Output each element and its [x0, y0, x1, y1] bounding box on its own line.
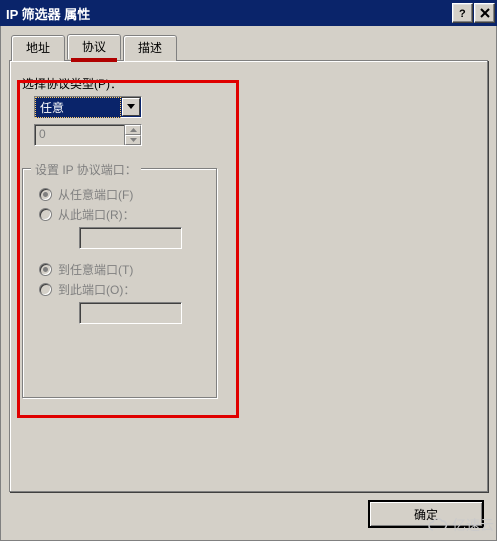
spinner-value: 0 [35, 125, 124, 145]
tab-protocol[interactable]: 协议 [67, 34, 121, 60]
to-port-input [79, 302, 182, 324]
radio-icon [39, 283, 52, 296]
protocol-type-dropdown[interactable]: 任意 [34, 96, 142, 118]
tab-address[interactable]: 地址 [11, 35, 65, 61]
close-button[interactable] [474, 3, 495, 23]
dropdown-value: 任意 [35, 97, 121, 118]
tab-label: 描述 [138, 41, 162, 55]
client-area: 地址 协议 描述 选择协议类型(P)： 任意 [0, 26, 497, 541]
spinner-up-button [125, 125, 141, 135]
tab-description[interactable]: 描述 [123, 35, 177, 61]
port-groupbox: 设置 IP 协议端口： 从任意端口(F) 从此端口(R)： 到任意端口(T) [22, 168, 217, 398]
help-button[interactable]: ? [452, 3, 473, 23]
watermark: 亿速云 [426, 515, 494, 535]
radio-icon [39, 188, 52, 201]
protocol-number-spinner: 0 [34, 124, 142, 146]
cloud-icon [426, 516, 450, 534]
to-any-port-radio: 到任意端口(T) [39, 261, 206, 278]
from-port-input [79, 227, 182, 249]
from-any-port-radio: 从任意端口(F) [39, 186, 206, 203]
spinner-down-button [125, 135, 141, 145]
dialog-window: IP 筛选器 属性 ? 地址 协议 描述 [0, 0, 497, 541]
radio-label: 从此端口(R)： [58, 206, 135, 223]
tab-panel: 选择协议类型(P)： 任意 0 设置 IP 协议端口： [9, 60, 488, 492]
tab-label: 地址 [26, 41, 50, 55]
radio-label: 从任意端口(F) [58, 186, 133, 203]
to-this-port-radio: 到此端口(O)： [39, 281, 206, 298]
tab-label: 协议 [82, 40, 106, 54]
titlebar[interactable]: IP 筛选器 属性 ? [0, 0, 497, 26]
watermark-text: 亿速云 [452, 515, 494, 535]
tab-strip: 地址 协议 描述 [9, 34, 488, 60]
radio-icon [39, 208, 52, 221]
dialog-title: IP 筛选器 属性 [6, 4, 452, 23]
dropdown-arrow-button[interactable] [122, 98, 140, 116]
svg-text:?: ? [459, 8, 466, 19]
groupbox-legend: 设置 IP 协议端口： [31, 161, 141, 178]
protocol-type-label: 选择协议类型(P)： [22, 75, 475, 92]
active-underline-mark [71, 58, 117, 62]
radio-label: 到任意端口(T) [58, 261, 133, 278]
from-this-port-radio: 从此端口(R)： [39, 206, 206, 223]
radio-label: 到此端口(O)： [58, 281, 135, 298]
radio-icon [39, 263, 52, 276]
